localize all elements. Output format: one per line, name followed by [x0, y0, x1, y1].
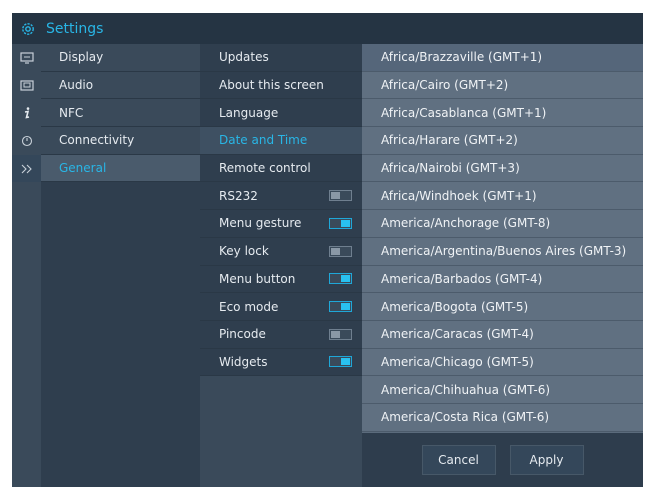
submenu-item-eco-mode[interactable]: Eco mode: [200, 293, 362, 321]
dialog-footer: Cancel Apply: [362, 433, 643, 487]
widgets-toggle[interactable]: [329, 356, 352, 368]
menu-item-label: NFC: [59, 105, 84, 120]
submenu-item-label: Widgets: [219, 354, 268, 369]
submenu-item-date-and-time[interactable]: Date and Time: [200, 127, 362, 155]
menu-item-nfc[interactable]: NFC: [41, 99, 200, 128]
menu-item-connectivity[interactable]: Connectivity: [41, 127, 200, 155]
timezone-panel: Africa/Brazzaville (GMT+1) Africa/Cairo …: [362, 44, 643, 487]
pincode-toggle[interactable]: [329, 328, 352, 340]
page-title: Settings: [46, 20, 104, 37]
timezone-option[interactable]: America/Anchorage (GMT-8): [362, 210, 643, 238]
timezone-option[interactable]: America/Barbados (GMT-4): [362, 265, 643, 294]
submenu-item-language[interactable]: Language: [200, 99, 362, 128]
submenu-item-widgets[interactable]: Widgets: [200, 348, 362, 377]
timezone-option[interactable]: America/Bogota (GMT-5): [362, 293, 643, 321]
timezone-option[interactable]: Africa/Harare (GMT+2): [362, 127, 643, 155]
double-chevron-right-icon[interactable]: [12, 154, 41, 183]
submenu-item-menu-gesture[interactable]: Menu gesture: [200, 210, 362, 238]
menu-item-label: Audio: [59, 78, 94, 93]
timezone-option[interactable]: Africa/Brazzaville (GMT+1): [362, 44, 643, 72]
power-icon[interactable]: [12, 127, 41, 155]
submenu-item-label: Language: [219, 105, 279, 120]
menu-item-label: Display: [59, 50, 104, 65]
submenu-item-label: About this screen: [219, 78, 324, 93]
submenu-item-label: Date and Time: [219, 133, 308, 148]
general-submenu: Updates About this screen Language Date …: [200, 44, 362, 487]
submenu-item-updates[interactable]: Updates: [200, 44, 362, 72]
menu-gesture-toggle[interactable]: [329, 217, 352, 229]
submenu-item-label: Eco mode: [219, 299, 279, 314]
submenu-item-label: Remote control: [219, 161, 311, 176]
submenu-item-remote-control[interactable]: Remote control: [200, 154, 362, 183]
timezone-option[interactable]: Africa/Casablanca (GMT+1): [362, 99, 643, 128]
audio-icon[interactable]: [12, 72, 41, 100]
timezone-option[interactable]: Africa/Cairo (GMT+2): [362, 71, 643, 100]
timezone-option[interactable]: America/Chicago (GMT-5): [362, 348, 643, 377]
submenu-item-label: Pincode: [219, 327, 266, 342]
menu-item-label: Connectivity: [59, 133, 135, 148]
header-bar: Settings: [12, 13, 643, 44]
settings-window: Settings Display Audio NFC Connectivity …: [12, 13, 643, 487]
display-icon[interactable]: [12, 44, 41, 72]
submenu-item-rs232[interactable]: RS232: [200, 182, 362, 211]
submenu-item-label: Menu gesture: [219, 216, 302, 231]
timezone-option[interactable]: America/Costa Rica (GMT-6): [362, 403, 643, 432]
eco-mode-toggle[interactable]: [329, 301, 352, 313]
submenu-item-label: Key lock: [219, 244, 269, 259]
cancel-button[interactable]: Cancel: [421, 445, 496, 475]
menu-item-general[interactable]: General: [41, 154, 200, 183]
timezone-option[interactable]: Africa/Windhoek (GMT+1): [362, 182, 643, 211]
key-lock-toggle[interactable]: [329, 245, 352, 257]
timezone-option[interactable]: Africa/Nairobi (GMT+3): [362, 154, 643, 183]
gear-icon[interactable]: [12, 13, 43, 44]
submenu-item-label: Menu button: [219, 271, 296, 286]
submenu-item-key-lock[interactable]: Key lock: [200, 237, 362, 266]
submenu-item-label: Updates: [219, 50, 269, 65]
settings-menu: Display Audio NFC Connectivity General: [41, 44, 200, 487]
timezone-option[interactable]: America/Caracas (GMT-4): [362, 320, 643, 349]
timezone-option[interactable]: America/Chihuahua (GMT-6): [362, 376, 643, 404]
apply-button[interactable]: Apply: [509, 445, 584, 475]
submenu-item-about-this-screen[interactable]: About this screen: [200, 71, 362, 100]
menu-item-label: General: [59, 161, 107, 176]
timezone-option[interactable]: America/Argentina/Buenos Aires (GMT-3): [362, 237, 643, 266]
menu-item-audio[interactable]: Audio: [41, 71, 200, 100]
info-icon[interactable]: [12, 99, 41, 127]
submenu-item-pincode[interactable]: Pincode: [200, 320, 362, 349]
timezone-list[interactable]: Africa/Brazzaville (GMT+1) Africa/Cairo …: [362, 44, 643, 433]
icon-rail: [12, 44, 41, 487]
submenu-item-label: RS232: [219, 188, 258, 203]
menu-button-toggle[interactable]: [329, 273, 352, 285]
menu-item-display[interactable]: Display: [41, 44, 200, 72]
rs232-toggle[interactable]: [329, 190, 352, 202]
submenu-item-menu-button[interactable]: Menu button: [200, 265, 362, 294]
